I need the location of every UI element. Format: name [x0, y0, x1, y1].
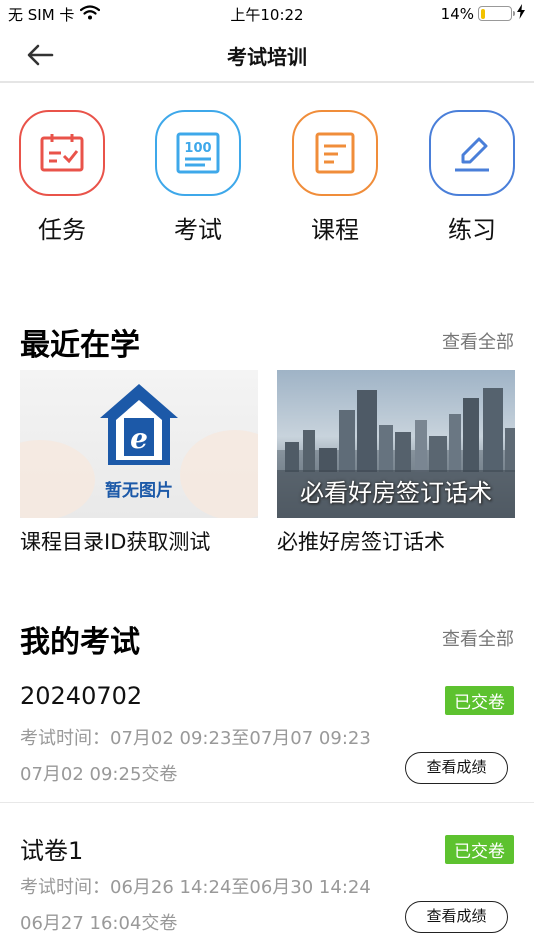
exam-item[interactable]: 20240702 已交卷 考试时间：07月02 09:23至07月07 09:2…: [0, 682, 534, 830]
course-icon-ring: [292, 110, 378, 196]
quick-item-practice[interactable]: 练习: [417, 110, 527, 245]
status-right: 14%: [441, 4, 526, 23]
svg-text:100: 100: [184, 141, 211, 156]
battery-level: [480, 8, 485, 19]
score-100-icon: 100: [176, 132, 220, 174]
view-score-button[interactable]: 查看成绩: [405, 901, 508, 933]
exams-section-title: 我的考试: [20, 625, 140, 660]
exam-name: 试卷1: [20, 837, 84, 865]
course-thumbnail-placeholder: e 暂无图片: [20, 370, 258, 518]
recent-section-header: 最近在学 查看全部: [0, 320, 534, 363]
nav-bar: 考试培训: [0, 28, 534, 83]
quick-item-label: 任务: [38, 216, 86, 244]
exams-section-header: 我的考试 查看全部: [0, 617, 534, 660]
view-score-button[interactable]: 查看成绩: [405, 752, 508, 784]
course-name: 课程目录ID获取测试: [20, 530, 211, 554]
quick-item-label: 考试: [174, 216, 222, 244]
battery-icon: [478, 6, 515, 21]
course-name: 必推好房签订话术: [277, 530, 445, 554]
exam-submit-time: 07月02 09:25交卷: [20, 764, 178, 785]
practice-icon-ring: [429, 110, 515, 196]
course-card[interactable]: e 暂无图片 课程目录ID获取测试: [20, 370, 258, 556]
exams-view-all-link[interactable]: 查看全部: [442, 625, 514, 651]
no-image-text: 暂无图片: [105, 481, 173, 501]
pencil-icon: [455, 137, 489, 172]
battery-percent: 14%: [440, 4, 474, 23]
svg-text:e: e: [130, 422, 148, 455]
exam-status-badge: 已交卷: [445, 835, 514, 864]
exam-icon-ring: 100: [155, 110, 241, 196]
exam-time-range: 考试时间：06月26 14:24至06月30 14:24: [20, 877, 371, 898]
exam-status-badge: 已交卷: [445, 686, 514, 715]
course-thumbnail-city: 必看好房签订话术: [277, 370, 515, 518]
exam-time-range: 考试时间：07月02 09:23至07月07 09:23: [20, 728, 371, 749]
task-icon-ring: [19, 110, 105, 196]
exam-divider: [0, 802, 534, 803]
page-title: 考试培训: [227, 45, 307, 69]
quick-item-label: 练习: [448, 216, 496, 244]
exam-name: 20240702: [20, 682, 143, 710]
quick-item-label: 课程: [311, 216, 359, 244]
status-bar: 无 SIM 卡 上午10:22 14%: [0, 0, 534, 28]
exam-item[interactable]: 试卷1 已交卷 考试时间：06月26 14:24至06月30 14:24 06月…: [0, 831, 534, 950]
quick-item-course[interactable]: 课程: [280, 110, 390, 245]
recent-view-all-link[interactable]: 查看全部: [442, 328, 514, 354]
quick-item-task[interactable]: 任务: [7, 110, 117, 245]
charging-bolt-icon: [516, 4, 526, 23]
course-card[interactable]: 必看好房签订话术 必推好房签订话术: [277, 370, 515, 556]
quick-menu: 任务 100 考试 课程 练习: [0, 110, 534, 250]
document-icon: [315, 132, 355, 174]
recent-section-title: 最近在学: [20, 328, 140, 363]
course-thumbnail-caption: 必看好房签订话术: [300, 479, 492, 507]
calendar-check-icon: [40, 134, 84, 172]
exam-submit-time: 06月27 16:04交卷: [20, 913, 178, 934]
quick-item-exam[interactable]: 100 考试: [143, 110, 253, 245]
